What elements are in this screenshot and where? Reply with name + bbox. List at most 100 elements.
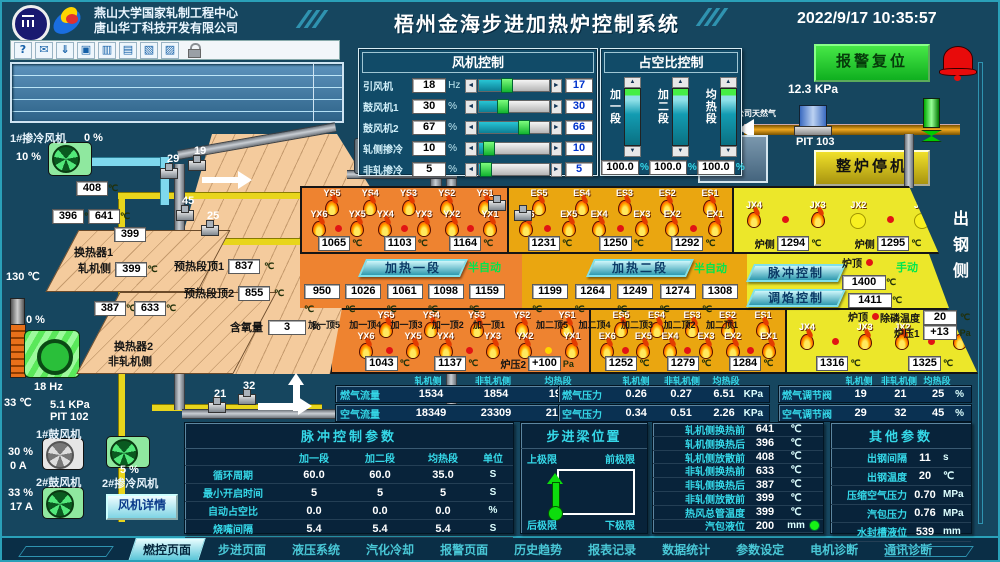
fan1-icon[interactable] <box>48 142 92 176</box>
zone2-temps: 1199℃ 加二顶5 1264℃ 加二顶4 1249℃ 加二顶3 1274℃ 加… <box>532 281 742 331</box>
valve-icon[interactable] <box>160 168 178 179</box>
fan-control-row: 轧侧掺冷 10 % ◄ ► 10 <box>363 139 593 158</box>
zone1-mode: 半自动 <box>468 259 501 275</box>
fan-setpoint: 5 <box>565 162 593 177</box>
preheat-temp2: 预热段顶2855℃ <box>184 285 284 301</box>
blower2-icon[interactable] <box>42 487 84 519</box>
duty-slider[interactable]: ▲ ▼ <box>672 77 689 157</box>
flame-icon <box>684 347 691 354</box>
slider-thumb[interactable] <box>483 141 495 156</box>
flame-icon <box>350 219 364 236</box>
nav-tab[interactable]: 历史趋势 <box>504 539 572 560</box>
flame-icon <box>747 347 754 354</box>
flame-icon <box>592 219 606 236</box>
zone-temp: 1103℃ <box>382 236 428 251</box>
zone-temp: 炉侧1295℃ <box>855 236 922 251</box>
nav-tab[interactable]: 电机诊断 <box>800 539 868 560</box>
slider-thumb[interactable] <box>518 120 530 135</box>
duty-column: 加一段 ▲ ▼ 100.0% <box>601 77 649 175</box>
burner <box>781 200 791 223</box>
roof-temp: 1199℃ 加二顶5 <box>532 281 572 331</box>
flame-icon <box>850 213 866 229</box>
burner: EX4 <box>657 331 684 358</box>
duty-slider[interactable]: ▲ ▼ <box>624 77 641 157</box>
slider-down-arrow[interactable]: ▼ <box>720 146 737 157</box>
valve-icon[interactable] <box>201 225 219 236</box>
toolbar-icon[interactable]: ▥ <box>98 42 116 59</box>
hx1-side: 轧机侧 399℃ <box>78 259 158 277</box>
slider-thumb[interactable] <box>501 78 513 93</box>
valve-icon[interactable] <box>188 160 206 171</box>
burner: EX2 <box>658 209 686 236</box>
burner: YX2 <box>438 209 466 236</box>
valve-opening: 19 <box>194 145 206 157</box>
flame-adjust-button[interactable]: 调焰控制 <box>746 289 846 307</box>
slider-right-arrow[interactable]: ► <box>551 142 562 156</box>
valve-icon[interactable] <box>208 402 226 413</box>
slider-thumb[interactable] <box>480 162 492 177</box>
nav-tab[interactable]: 燃控页面 <box>128 538 205 561</box>
scada-screen: 燕山大学国家轧制工程中心 唐山华丁科技开发有限公司 梧州金海步进加热炉控制系统 … <box>0 0 1000 562</box>
slider-left-arrow[interactable]: ◄ <box>465 121 476 135</box>
duty-column: 加二段 ▲ ▼ 100.0% <box>649 77 697 175</box>
slider-down-arrow[interactable]: ▼ <box>672 146 689 157</box>
flow-arrow <box>258 403 298 410</box>
burner <box>333 209 343 232</box>
fan-slider[interactable] <box>478 121 550 134</box>
slider-right-arrow[interactable]: ► <box>551 121 562 135</box>
beam-arrow-icon <box>547 473 563 507</box>
nav-tab[interactable]: 汽化冷却 <box>356 539 424 560</box>
fan-slider[interactable] <box>478 100 550 113</box>
toolbar-icon[interactable]: ? <box>14 42 32 59</box>
slider-right-arrow[interactable]: ► <box>551 163 562 177</box>
slider-left-arrow[interactable]: ◄ <box>465 142 476 156</box>
slider-left-arrow[interactable]: ◄ <box>465 163 476 177</box>
toolbar-icon[interactable]: ✉ <box>35 42 53 59</box>
nav-tab[interactable]: 参数设定 <box>726 539 794 560</box>
duty-slider[interactable]: ▲ ▼ <box>720 77 737 157</box>
toolbar-icon[interactable]: ▧ <box>140 42 158 59</box>
nav-tab[interactable]: 报表记录 <box>578 539 646 560</box>
valve-icon[interactable] <box>176 210 194 221</box>
id-fan-icon[interactable] <box>24 330 80 378</box>
alarm-reset-button[interactable]: 报警复位 <box>814 44 930 82</box>
slider-left-arrow[interactable]: ◄ <box>465 100 476 114</box>
fan-slider[interactable] <box>478 142 550 155</box>
nav-tab[interactable]: 液压系统 <box>282 539 350 560</box>
fan-detail-button[interactable]: 风机详情 <box>106 494 178 520</box>
flow-arrow-head <box>238 171 252 189</box>
fan-slider[interactable] <box>478 79 550 92</box>
nav-tab[interactable]: 数据统计 <box>652 539 720 560</box>
slider-up-arrow[interactable]: ▲ <box>720 77 737 88</box>
fan1-output: 0 % <box>84 132 103 144</box>
toolbar-icon[interactable]: ▨ <box>161 42 179 59</box>
slider-right-arrow[interactable]: ► <box>551 100 562 114</box>
fan-slider[interactable] <box>478 163 550 176</box>
flame-icon <box>811 210 825 227</box>
valve-icon[interactable] <box>238 394 256 405</box>
fan-control-row: 引风机 18 Hz ◄ ► 17 <box>363 76 593 95</box>
slider-down-arrow[interactable]: ▼ <box>624 146 641 157</box>
valve-icon[interactable] <box>488 200 506 211</box>
slider-up-arrow[interactable]: ▲ <box>672 77 689 88</box>
nav-tab[interactable]: 步进页面 <box>208 539 276 560</box>
slider-up-arrow[interactable]: ▲ <box>624 77 641 88</box>
slider-left-arrow[interactable]: ◄ <box>465 79 476 93</box>
slider-right-arrow[interactable]: ► <box>551 79 562 93</box>
toolbar-icon[interactable]: ▣ <box>77 42 95 59</box>
duty-value: 100.0 <box>601 160 639 175</box>
pulse-control-button[interactable]: 脉冲控制 <box>746 264 846 282</box>
flame-icon <box>467 225 474 232</box>
fan-setpoint: 17 <box>565 78 593 93</box>
flame-icon <box>386 347 393 354</box>
burner: YX1 <box>558 331 586 358</box>
blower1-icon[interactable] <box>42 438 84 470</box>
table-row: 出钢温度 20 ℃ <box>831 468 971 487</box>
burner: YX2 <box>511 331 539 358</box>
toolbar-icon[interactable]: ⇓ <box>56 42 74 59</box>
toolbar-icon[interactable]: ▤ <box>119 42 137 59</box>
slider-thumb[interactable] <box>497 99 509 114</box>
valve-icon[interactable] <box>514 210 532 221</box>
nav-tab[interactable]: 报警页面 <box>430 539 498 560</box>
alarm-list[interactable] <box>10 62 344 123</box>
